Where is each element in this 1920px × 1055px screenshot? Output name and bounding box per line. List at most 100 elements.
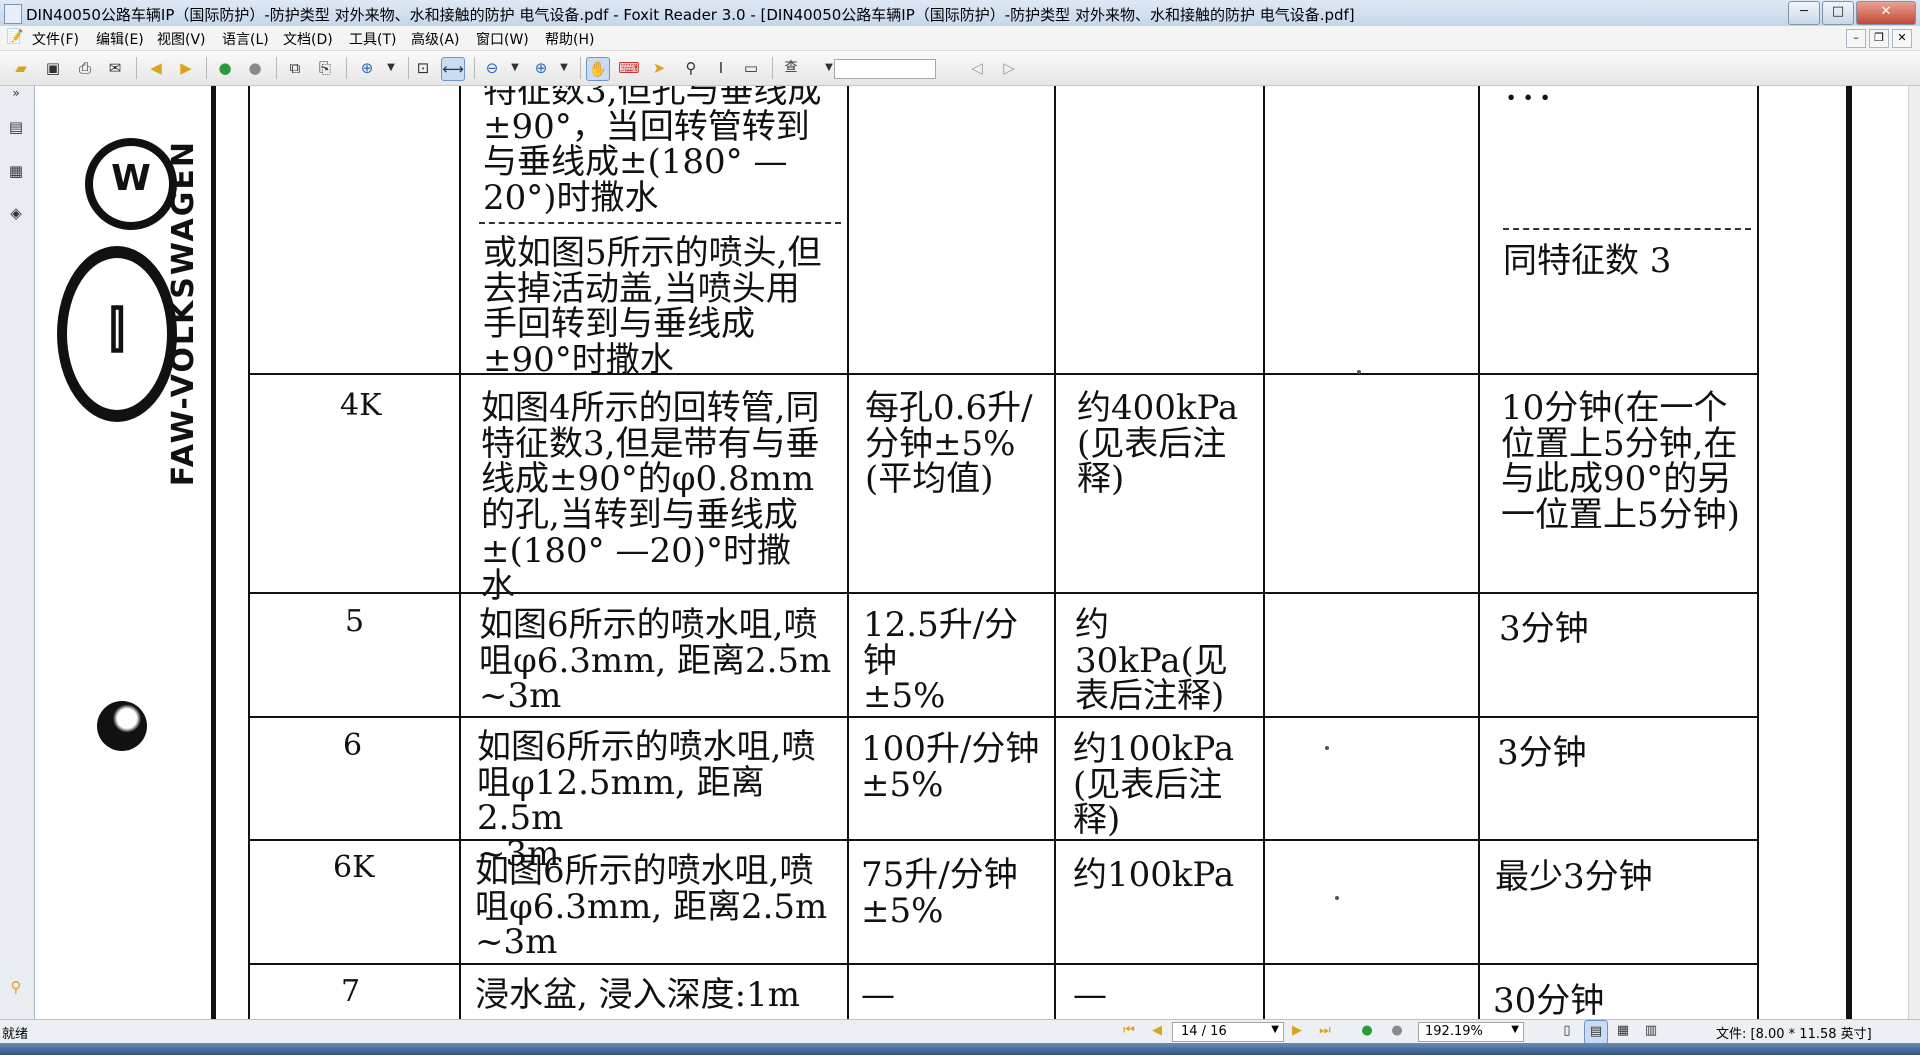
attachments-icon[interactable]: ⚲ xyxy=(5,976,27,998)
row-6k-desc: 如图6所示的喷水咀,喷 咀φ6.3mm, 距离2.5m ~3m xyxy=(475,851,828,963)
toolbar: ▰ ▣ ⎙ ✉ ◀ ▶ ● ● ⧉ ⎘ ⊕ ▼ ⊡ ⟷ ⊖ ▼ ⊕ ▼ ✋ ⌨ … xyxy=(0,51,1920,86)
row-5-flow: 12.5升/分 钟 ±5% xyxy=(863,605,1019,717)
hand-tool-icon[interactable]: ✋ xyxy=(586,57,610,81)
toolbar-separator xyxy=(206,57,207,79)
status-ready: 就绪 xyxy=(2,1027,29,1042)
row-5-desc: 如图6所示的喷水咀,喷 咀φ6.3mm, 距离2.5m ~3m xyxy=(479,605,832,717)
menu-help[interactable]: 帮助(H) xyxy=(545,29,594,49)
row-6-id: 6 xyxy=(343,728,363,763)
doc-restore-button[interactable]: ❐ xyxy=(1869,29,1889,48)
row-6k-pressure: 约100kPa xyxy=(1073,855,1235,895)
scan-speck xyxy=(1357,370,1361,374)
find-input[interactable] xyxy=(834,59,936,79)
find-previous-icon[interactable]: ◁ xyxy=(966,57,988,79)
row-divider xyxy=(248,592,1758,594)
row-5-pressure: 约30kPa(见 表后注释) xyxy=(1075,605,1228,717)
row-6-flow: 100升/分钟 ±5% xyxy=(861,729,1040,805)
zoom-in-dropdown-icon[interactable]: ▼ xyxy=(553,57,575,79)
menu-advanced[interactable]: 高级(A) xyxy=(411,29,460,49)
vertical-scrollbar[interactable] xyxy=(1908,86,1920,1019)
continuous-facing-icon[interactable]: ▥ xyxy=(1640,1020,1662,1042)
row-6k-duration: 最少3分钟 xyxy=(1495,857,1653,897)
snapshot-icon[interactable]: ▭ xyxy=(740,57,762,79)
typewriter-icon[interactable]: ⌨ xyxy=(618,57,640,79)
bookmarks-icon[interactable]: ▤ xyxy=(5,116,27,138)
fit-page-icon[interactable]: ⊡ xyxy=(412,57,434,79)
fit-width-icon[interactable]: ⟷ xyxy=(441,57,465,81)
zoom-in-plus-icon[interactable]: ⊕ xyxy=(530,57,552,79)
thumbnails-icon[interactable]: ▦ xyxy=(5,160,27,182)
maximize-button[interactable]: □ xyxy=(1822,1,1854,25)
go-back-icon[interactable]: ● xyxy=(1386,1020,1408,1042)
go-forward-icon[interactable]: ● xyxy=(1356,1020,1378,1042)
document-page[interactable]: W ⫿ FAW-VOLKSWAGEN 特征数3,但孔与垂线成 ±90°，当回转管… xyxy=(35,86,1909,1019)
row-5-id: 5 xyxy=(345,604,365,639)
menu-view[interactable]: 视图(V) xyxy=(157,29,206,49)
zoom-dropdown-icon[interactable]: ▼ xyxy=(380,57,402,79)
facing-page-icon[interactable]: ▦ xyxy=(1612,1020,1634,1042)
previous-arrow-icon[interactable]: ◀ xyxy=(145,57,167,79)
row-divider xyxy=(248,716,1758,718)
table-line xyxy=(459,86,461,1019)
minimize-button[interactable]: ─ xyxy=(1788,1,1820,25)
next-page-icon[interactable]: ▶ xyxy=(1286,1020,1308,1042)
next-arrow-icon[interactable]: ▶ xyxy=(175,57,197,79)
row-divider xyxy=(248,963,1758,965)
menu-document[interactable]: 文档(D) xyxy=(283,29,333,49)
menu-language[interactable]: 语言(L) xyxy=(222,29,269,49)
table-line xyxy=(847,86,849,1019)
last-page-icon[interactable]: ⏭ xyxy=(1314,1020,1336,1042)
brand-text: FAW-VOLKSWAGEN xyxy=(166,140,201,487)
file-size-info: 文件: [8.00 * 11.58 英寸] xyxy=(1716,1027,1872,1042)
page-paste-icon[interactable]: ⎘ xyxy=(314,57,336,79)
zoom-out-dropdown-icon[interactable]: ▼ xyxy=(504,57,526,79)
menu-edit[interactable]: 编辑(E) xyxy=(96,29,144,49)
row-divider xyxy=(479,222,841,224)
email-icon[interactable]: ✉ xyxy=(104,57,126,79)
select-arrow-icon[interactable]: ➤ xyxy=(648,57,670,79)
close-button[interactable]: ✕ xyxy=(1856,1,1916,25)
page-copy-icon[interactable]: ⧉ xyxy=(284,57,306,79)
menu-window[interactable]: 窗口(W) xyxy=(476,29,529,49)
menu-tools[interactable]: 工具(T) xyxy=(349,29,396,49)
row-6-duration: 3分钟 xyxy=(1497,733,1587,773)
doc-minimize-button[interactable]: – xyxy=(1846,29,1866,48)
find-next-icon[interactable]: ▷ xyxy=(998,57,1020,79)
scan-speck xyxy=(1325,746,1329,750)
menu-file[interactable]: 文件(F) xyxy=(32,29,79,49)
text-select-icon[interactable]: Ⅰ xyxy=(710,57,732,79)
doc-close-button[interactable]: ✕ xyxy=(1892,29,1912,48)
zoom-in-icon[interactable]: ⊕ xyxy=(356,57,378,79)
toolbar-separator xyxy=(474,57,475,79)
row-4k-flow: 每孔0.6升/ 分钟±5% (平均值) xyxy=(865,388,1033,500)
row-4k-id: 4K xyxy=(340,388,382,423)
back-circle-icon[interactable]: ● xyxy=(244,57,266,79)
open-folder-icon[interactable]: ▰ xyxy=(10,57,32,79)
row-6-pressure: 约100kPa (见表后注 释) xyxy=(1073,729,1235,841)
pdf-document-icon xyxy=(4,4,22,24)
continuous-page-icon[interactable]: ▤ xyxy=(1584,1020,1608,1044)
first-page-icon[interactable]: ⏮ xyxy=(1118,1020,1140,1042)
zoom-dropdown-icon[interactable]: ▼ xyxy=(1511,1024,1519,1035)
row-divider xyxy=(248,373,1758,375)
row-4k-pressure: 约400kPa (见表后注 释) xyxy=(1077,388,1239,500)
toolbar-separator xyxy=(580,57,581,79)
page-number-input[interactable]: 14 / 16 ▼ xyxy=(1172,1022,1284,1042)
single-page-icon[interactable]: ▯ xyxy=(1556,1020,1578,1042)
table-line xyxy=(248,86,250,1019)
menu-icon: 📝 xyxy=(6,29,24,45)
layers-icon[interactable]: ◈ xyxy=(5,202,27,224)
prev-page-icon[interactable]: ◀ xyxy=(1146,1020,1168,1042)
expand-panel-icon[interactable]: » xyxy=(5,82,27,104)
binoculars-icon[interactable]: ⚲ xyxy=(680,57,702,79)
zoom-out-icon[interactable]: ⊖ xyxy=(481,57,503,79)
row-7-duration: 30分钟 xyxy=(1493,981,1605,1019)
table-line xyxy=(1757,86,1759,1019)
faw-logo: ⫿ xyxy=(57,246,177,422)
print-icon[interactable]: ⎙ xyxy=(74,57,96,79)
row-5-duration: 3分钟 xyxy=(1499,609,1589,649)
save-icon[interactable]: ▣ xyxy=(42,57,64,79)
zoom-select[interactable]: 192.19% ▼ xyxy=(1418,1022,1524,1042)
page-dropdown-icon[interactable]: ▼ xyxy=(1271,1024,1279,1035)
forward-circle-icon[interactable]: ● xyxy=(214,57,236,79)
